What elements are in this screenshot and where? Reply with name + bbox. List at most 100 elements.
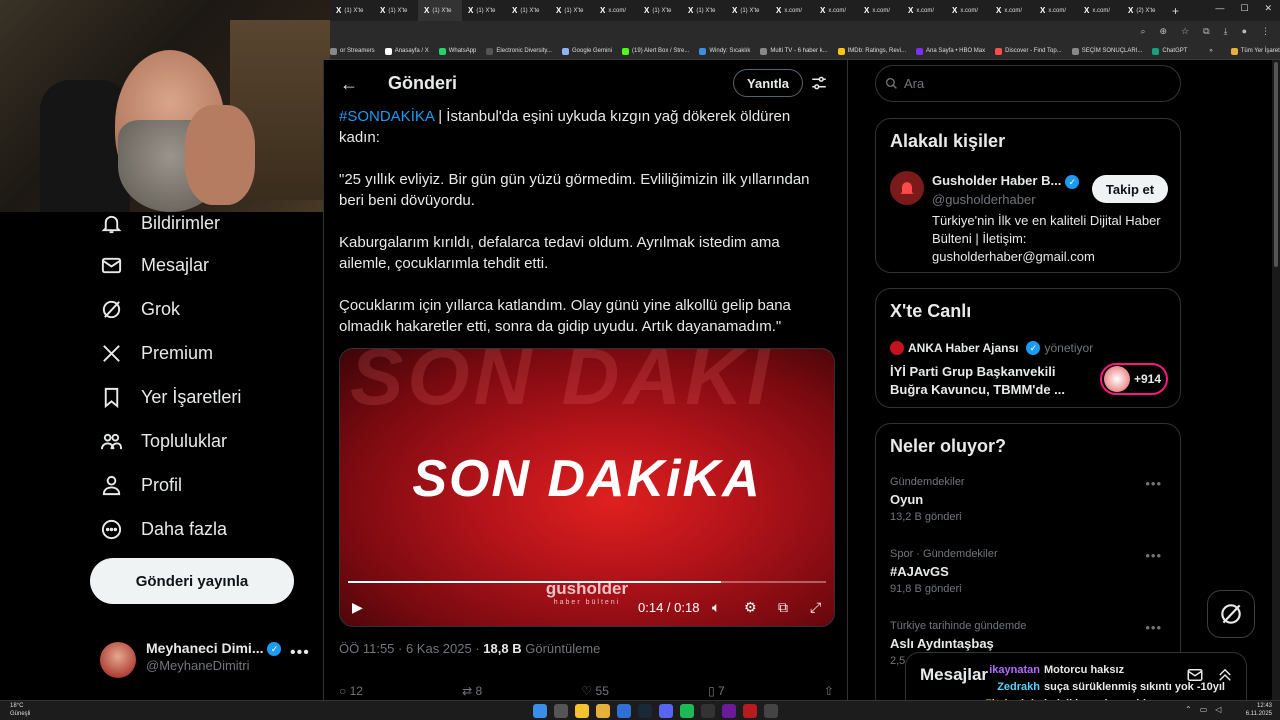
browser-tab[interactable]: Xx.com/ <box>770 0 814 21</box>
trend-item[interactable]: Gündemdekiler Oyun 13,2 B gönderi ••• <box>890 476 1170 523</box>
trend-item[interactable]: Spor · Gündemdekiler #AJAvGS 91,8 B gönd… <box>890 548 1170 595</box>
bookmark-item[interactable]: IMDb: Ratings, Revi... <box>837 47 906 55</box>
hashtag-link[interactable]: #SONDAKİKA <box>339 108 434 125</box>
nav-messages[interactable]: Mesajlar <box>100 254 209 277</box>
bookmark-item[interactable]: Windy: Sıcaklık <box>699 47 750 55</box>
browser-tab[interactable]: Xx.com/ <box>594 0 638 21</box>
chevron-up-icon[interactable]: ⌃ <box>1185 705 1192 714</box>
browser-tab[interactable]: X (1) X'te <box>418 0 462 21</box>
bookmark-item[interactable]: or Streamers <box>330 47 375 55</box>
more-options-icon[interactable]: ••• <box>1145 548 1162 563</box>
browser-tab[interactable]: X (1) X'te <box>506 0 550 21</box>
bookmark-action[interactable]: ▯ 7 <box>708 684 725 698</box>
nav-more[interactable]: Daha fazla <box>100 518 227 541</box>
bookmark-item[interactable]: SEÇİM SONUÇLARI... <box>1071 47 1142 55</box>
discord-icon[interactable] <box>659 704 673 718</box>
browser-tab[interactable]: X (1) X'te <box>726 0 770 21</box>
browser-tab[interactable]: Xx.com/ <box>1034 0 1078 21</box>
lens-icon[interactable]: ⌕ <box>1140 26 1145 37</box>
extensions-icon[interactable]: ⧉ <box>1203 26 1209 37</box>
pip-icon[interactable]: ⧉ <box>778 599 788 616</box>
maximize-icon[interactable]: ☐ <box>1240 3 1248 14</box>
zoom-icon[interactable]: ⊕ <box>1160 26 1168 37</box>
search-input[interactable]: Ara <box>875 65 1181 102</box>
bookmark-item[interactable]: Google Gemini <box>561 47 612 55</box>
live-listeners[interactable]: +914 <box>1100 363 1168 395</box>
bookmark-item[interactable]: Anasayfa / X <box>384 47 429 55</box>
play-icon[interactable]: ▶ <box>352 599 363 616</box>
settings-gear-icon[interactable]: ⚙ <box>744 599 757 616</box>
browser-tab[interactable]: Xx.com/ <box>1078 0 1122 21</box>
nav-grok[interactable]: Grok <box>100 298 180 321</box>
app-icon[interactable] <box>764 704 778 718</box>
share-icon[interactable]: ⇧ <box>824 684 834 698</box>
star-icon[interactable]: ☆ <box>1181 26 1189 37</box>
reply-button[interactable]: Yanıtla <box>733 69 803 97</box>
more-options-icon[interactable]: ••• <box>1145 620 1162 635</box>
download-icon[interactable]: ⤓ <box>1224 26 1228 37</box>
bookmark-item[interactable]: WhatsApp <box>438 47 476 55</box>
profile-icon[interactable]: ● <box>1242 26 1247 37</box>
nav-communities[interactable]: Topluluklar <box>100 430 227 453</box>
bookmark-item[interactable]: Multi TV - 6 haber k... <box>760 47 828 55</box>
menu-icon[interactable]: ⋮ <box>1261 26 1270 37</box>
steam-icon[interactable] <box>638 704 652 718</box>
epic-icon[interactable] <box>701 704 715 718</box>
follow-button[interactable]: Takip et <box>1092 175 1168 203</box>
bookmark-item[interactable]: Discover - Find Top... <box>995 47 1062 55</box>
nav-profile[interactable]: Profil <box>100 474 182 497</box>
browser-tab[interactable]: Xx.com/ <box>990 0 1034 21</box>
video-player[interactable]: SON DAKİ SON DAKiKA gusholder haber bülte… <box>339 348 835 627</box>
store-icon[interactable] <box>617 704 631 718</box>
bookmark-item[interactable]: Electronic Diversity... <box>486 47 552 55</box>
bookmark-item[interactable]: Tüm Yer İşaretleri <box>1230 47 1280 55</box>
back-arrow-icon[interactable]: ← <box>340 74 358 95</box>
browser-tab[interactable]: X (1) X'te <box>462 0 506 21</box>
app-icon[interactable] <box>743 704 757 718</box>
more-options-icon[interactable]: ••• <box>1145 476 1162 491</box>
network-icon[interactable]: ▭ <box>1200 705 1208 714</box>
more-options-icon[interactable]: ••• <box>290 644 310 662</box>
avatar[interactable] <box>890 171 924 205</box>
browser-tab[interactable]: X (2) X'te <box>1122 0 1166 21</box>
fullscreen-icon[interactable]: ⤢ <box>810 599 821 616</box>
browser-tab[interactable]: Xx.com/ <box>814 0 858 21</box>
repost-action[interactable]: ⇄ 8 <box>462 684 482 698</box>
reply-action[interactable]: ○ 12 <box>339 684 363 698</box>
sliders-icon[interactable] <box>810 74 828 92</box>
spotify-icon[interactable] <box>680 704 694 718</box>
volume-icon[interactable]: 🔈︎ <box>712 599 720 616</box>
search-taskbar-icon[interactable] <box>554 704 568 718</box>
browser-tab[interactable]: X (1) X'te <box>330 0 374 21</box>
browser-tab[interactable]: X (1) X'te <box>682 0 726 21</box>
browser-tab[interactable]: Xx.com/ <box>858 0 902 21</box>
nav-premium[interactable]: Premium <box>100 342 213 365</box>
new-tab-button[interactable]: + <box>1166 4 1185 18</box>
start-icon[interactable] <box>533 704 547 718</box>
browser-tab[interactable]: X (1) X'te <box>550 0 594 21</box>
like-action[interactable]: ♡ 55 <box>581 684 608 698</box>
close-window-icon[interactable]: ✕ <box>1264 3 1272 14</box>
bookmark-item[interactable]: ChatGPT <box>1152 47 1187 55</box>
browser-tab[interactable]: Xx.com/ <box>902 0 946 21</box>
chrome-icon[interactable] <box>575 704 589 718</box>
browser-tab[interactable]: Xx.com/ <box>946 0 990 21</box>
live-text[interactable]: İYİ Parti Grup Başkanvekili Buğra Kavunc… <box>890 363 1080 399</box>
bookmark-item[interactable]: (19) Alert Box / Stre... <box>622 47 689 55</box>
browser-tab[interactable]: X (1) X'te <box>638 0 682 21</box>
account-switcher[interactable]: Meyhaneci Dimi... ✓ @MeyhaneDimitri ••• <box>100 636 310 678</box>
browser-tab[interactable]: X (1) X'te <box>374 0 418 21</box>
nav-bookmarks[interactable]: Yer İşaretleri <box>100 386 241 409</box>
post-button[interactable]: Gönderi yayınla <box>90 558 294 604</box>
video-progress-bar[interactable] <box>348 581 826 583</box>
clock[interactable]: 12:43 6.11.2025 <box>1246 702 1272 718</box>
weather-widget[interactable]: 18°C Güneşli <box>10 702 30 718</box>
scrollbar-thumb[interactable] <box>1274 62 1278 267</box>
minimize-icon[interactable]: — <box>1215 3 1224 14</box>
live-host[interactable]: ANKA Haber Ajansı ✓ yönetiyor <box>890 341 1093 355</box>
grok-float-button[interactable] <box>1207 590 1255 638</box>
bookmark-item[interactable]: Ana Sayfa • HBO Max <box>916 47 985 55</box>
nav-notifications[interactable]: Bildirimler <box>100 212 220 235</box>
folder-icon[interactable] <box>596 704 610 718</box>
person-name[interactable]: Gusholder Haber B... ✓ <box>932 173 1080 189</box>
